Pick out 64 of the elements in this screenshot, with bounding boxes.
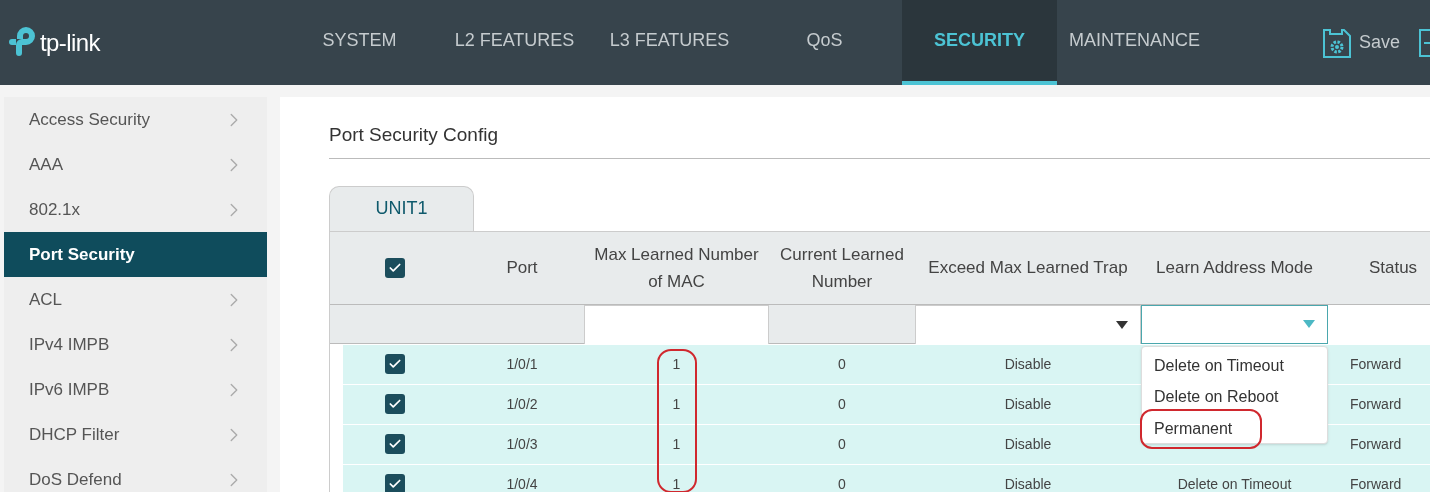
table-cell-text: Disable — [1004, 434, 1052, 454]
column-header: Exceed Max Learned Trap — [928, 257, 1128, 279]
nav-tab[interactable]: L2 FEATURES — [437, 0, 592, 85]
table-cell-text: Forward — [1350, 394, 1402, 414]
table-cell-text: 0 — [838, 394, 846, 414]
sidebar-item[interactable]: Port Security — [4, 232, 267, 277]
column-header: Max Learned Number of MAC — [593, 243, 760, 293]
table-cell-text: Disable — [1004, 354, 1052, 374]
dropdown-option[interactable]: Delete on Timeout — [1142, 350, 1296, 382]
checkbox[interactable] — [385, 354, 405, 374]
page-title: Port Security Config — [329, 121, 1430, 159]
table-cell-text: 1/0/2 — [506, 394, 538, 414]
checkmark-icon — [388, 437, 402, 451]
sidebar-item[interactable]: DHCP Filter — [4, 412, 267, 457]
table-cell-text: 0 — [838, 474, 846, 492]
table-cell-text: 1/0/4 — [506, 474, 538, 492]
table-cell-text: Forward — [1350, 474, 1402, 492]
nav-tab[interactable]: MAINTENANCE — [1057, 0, 1212, 85]
nav-tab[interactable]: SYSTEM — [282, 0, 437, 85]
table-cell-text: 0 — [838, 354, 846, 374]
sidebar-item[interactable]: IPv6 IMPB — [4, 367, 267, 412]
sidebar-item[interactable]: 802.1x — [4, 187, 267, 232]
checkmark-icon — [388, 477, 402, 491]
checkmark-icon — [388, 397, 402, 411]
dropdown-option[interactable]: Permanent — [1140, 408, 1263, 449]
checkbox[interactable] — [385, 257, 405, 278]
max-learned-input[interactable] — [584, 304, 769, 344]
logo-text: tp-link — [40, 27, 100, 58]
checkbox[interactable] — [385, 474, 405, 492]
sidebar-item[interactable]: DoS Defend — [4, 457, 267, 492]
logo-icon — [6, 26, 38, 59]
table-cell-text: Forward — [1350, 434, 1402, 454]
dropdown-arrow-icon — [1303, 320, 1315, 328]
table-cell-text: 0 — [838, 434, 846, 454]
checkmark-icon — [388, 357, 402, 371]
checkbox[interactable] — [385, 434, 405, 454]
checkbox[interactable] — [385, 394, 405, 414]
floppy-gear-icon — [1321, 26, 1352, 59]
sidebar-item[interactable]: Access Security — [4, 97, 267, 142]
unit-tab[interactable]: UNIT1 — [329, 185, 474, 231]
table-cell-text: 1 — [672, 354, 681, 374]
sidebar-item[interactable]: AAA — [4, 142, 267, 187]
sidebar-item[interactable]: IPv4 IMPB — [4, 322, 267, 367]
nav-tab[interactable]: L3 FEATURES — [592, 0, 747, 85]
column-header: Status — [1368, 257, 1418, 279]
table-cell-text: 1 — [672, 434, 681, 454]
learn-mode-select[interactable] — [1141, 304, 1328, 344]
dropdown-arrow-icon — [1116, 320, 1128, 329]
column-header: Port — [506, 257, 538, 279]
table-row[interactable]: 1/0/4 1 0 Disable Delete on Timeout Forward — [343, 464, 1430, 492]
table-cell-text: 1/0/1 — [506, 354, 538, 374]
table-cell-text: Disable — [1004, 394, 1052, 414]
sidebar-item[interactable]: ACL — [4, 277, 267, 322]
column-header: Learn Address Mode — [1156, 257, 1313, 279]
table-cell-text: 1 — [672, 394, 681, 414]
column-header: Current Learned Number — [779, 243, 905, 293]
nav-tab[interactable]: QoS — [747, 0, 902, 85]
nav-tab[interactable]: SECURITY — [902, 0, 1057, 85]
table-cell-text: Forward — [1350, 354, 1402, 374]
table-cell-text: 1 — [672, 474, 681, 492]
table-cell-text: Delete on Timeout — [1177, 474, 1292, 492]
table-cell-text: 1/0/3 — [506, 434, 538, 454]
table-cell-text: Disable — [1004, 474, 1052, 492]
save-button[interactable]: Save — [1321, 26, 1400, 59]
